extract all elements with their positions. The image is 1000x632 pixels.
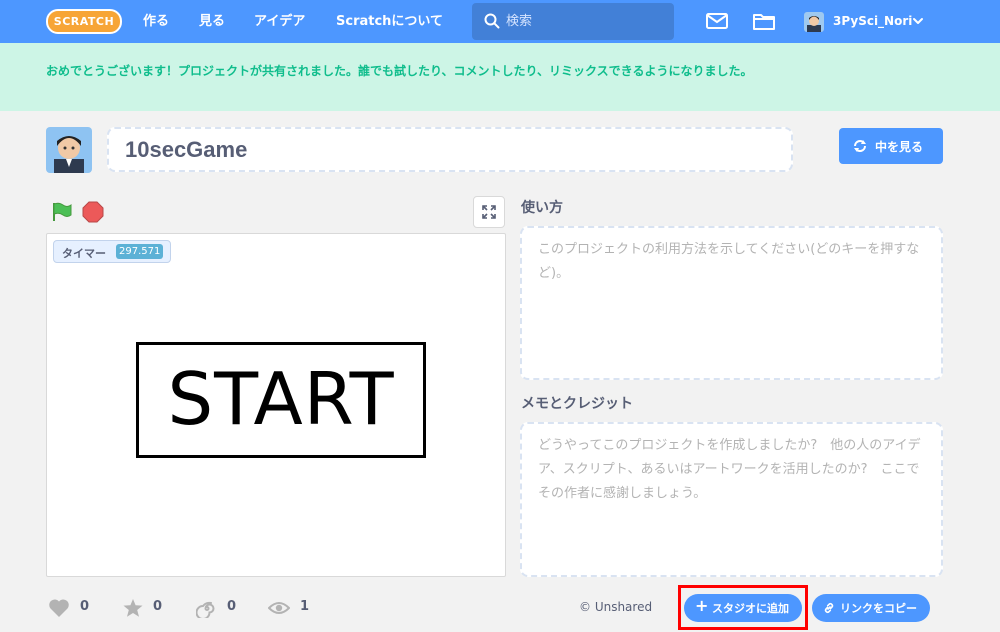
nav-about[interactable]: Scratchについて [336, 0, 443, 43]
favorite-count: 0 [153, 599, 163, 614]
my-stuff-folder-icon[interactable] [752, 10, 776, 32]
nav-explore[interactable]: 見る [199, 0, 225, 43]
remix-spiral-icon [196, 601, 215, 618]
copy-link-button[interactable]: リンクをコピー [812, 594, 930, 622]
notes-box[interactable] [520, 422, 943, 577]
nav-ideas[interactable]: アイデア [254, 0, 305, 43]
love-count: 0 [80, 599, 90, 614]
variable-monitor[interactable]: タイマー 297.571 [53, 240, 171, 263]
monitor-value: 297.571 [116, 244, 164, 259]
start-text: START [167, 357, 395, 441]
green-flag-icon[interactable] [51, 201, 73, 223]
copy-link-label: リンクをコピー [840, 602, 917, 615]
instructions-box[interactable] [520, 226, 943, 380]
love-heart-icon[interactable] [48, 598, 70, 618]
view-count: 1 [300, 599, 310, 614]
notes-textarea[interactable] [538, 434, 925, 565]
stop-sign-icon[interactable] [82, 201, 104, 223]
scratch-logo[interactable]: SCRATCH [46, 9, 122, 34]
link-icon [824, 603, 834, 613]
highlight-box [678, 585, 808, 630]
project-title-field[interactable]: 10secGame [107, 127, 793, 172]
search-bar[interactable] [472, 3, 674, 40]
favorite-star-icon[interactable] [122, 598, 144, 618]
instructions-textarea[interactable] [538, 238, 925, 368]
search-icon [484, 13, 500, 29]
project-author-avatar[interactable] [46, 127, 92, 173]
project-title[interactable]: 10secGame [125, 137, 247, 163]
remix-count: 0 [227, 599, 237, 614]
project-stage[interactable]: タイマー 297.571 START [46, 233, 506, 577]
top-nav: SCRATCH 作る 見る アイデア Scratchについて 3PySci_No… [0, 0, 1000, 43]
messages-icon[interactable] [705, 10, 729, 32]
notes-label: メモとクレジット [521, 396, 633, 412]
chevron-down-icon[interactable] [912, 15, 924, 27]
nav-create[interactable]: 作る [143, 0, 169, 43]
fullscreen-icon [482, 205, 496, 219]
banner-message: おめでとうございます！プロジェクトが共有されました。誰でも試したり、コメントした… [46, 64, 753, 78]
search-input[interactable] [506, 3, 666, 40]
instructions-label: 使い方 [521, 200, 563, 216]
user-avatar[interactable] [804, 12, 824, 32]
shared-status: © Unshared [579, 600, 653, 614]
see-inside-label: 中を見る [875, 140, 924, 154]
fullscreen-button[interactable] [473, 196, 505, 228]
username-label[interactable]: 3PySci_Nori [833, 0, 912, 43]
share-success-banner: おめでとうございます！プロジェクトが共有されました。誰でも試したり、コメントした… [0, 43, 1000, 111]
monitor-label: タイマー [62, 247, 106, 260]
views-eye-icon [268, 602, 290, 614]
remix-arrows-icon [854, 140, 866, 152]
start-sprite[interactable]: START [136, 342, 426, 458]
see-inside-button[interactable]: 中を見る [839, 128, 943, 164]
